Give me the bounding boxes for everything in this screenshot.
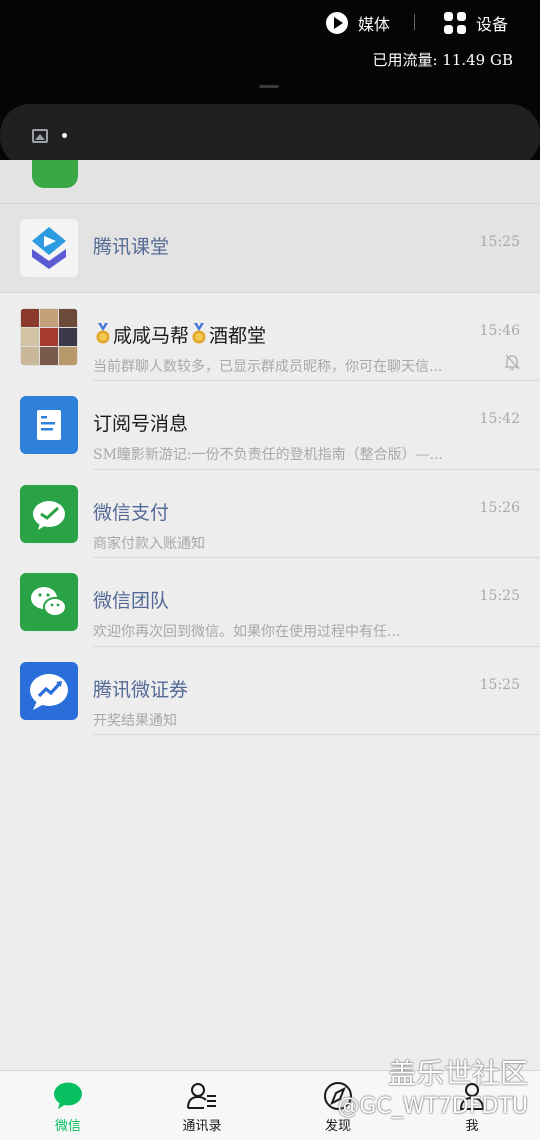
chat-title: 微信团队 <box>93 590 170 612</box>
chat-title: 订阅号消息 <box>93 413 189 435</box>
chat-time: 15:25 <box>479 588 520 604</box>
chat-row[interactable]: 微信支付 15:26 商家付款入账通知 <box>0 470 540 558</box>
watermark-handle: @GC_WT7DFDTU <box>337 1094 528 1119</box>
chat-title: 腾讯课堂 <box>93 236 170 258</box>
notification-dot <box>62 133 67 138</box>
watermark-text: 盖乐世社区 <box>387 1057 528 1090</box>
chat-title: 咸咸马帮 酒都堂 <box>93 321 266 348</box>
row-divider <box>93 734 540 735</box>
chat-preview: 开奖结果通知 <box>93 712 177 729</box>
play-icon <box>326 12 348 34</box>
device-button[interactable]: 设备 <box>444 10 508 36</box>
medal-icon <box>192 322 206 343</box>
medal-icon <box>96 322 110 343</box>
chat-title-suffix: 酒都堂 <box>209 324 267 347</box>
device-label: 设备 <box>476 15 509 34</box>
chat-row-partial[interactable] <box>0 160 540 204</box>
chat-preview: 当前群聊人数较多，已显示群成员昵称，你可在聊天信... <box>93 358 443 375</box>
group-avatar-icon <box>20 307 78 366</box>
chat-time: 15:26 <box>479 499 520 516</box>
chat-time: 15:25 <box>479 676 520 693</box>
tab-label: 微信 <box>54 1119 81 1134</box>
notification-card[interactable] <box>0 104 540 167</box>
tencent-securities-icon <box>20 661 78 720</box>
subscription-icon <box>20 396 78 454</box>
image-icon <box>32 128 48 143</box>
chat-bubble-icon <box>54 1082 82 1109</box>
chat-time: 15:42 <box>479 411 520 427</box>
chat-title: 微信支付 <box>93 501 170 524</box>
chat-title: 腾讯微证券 <box>93 678 189 701</box>
mute-bell-icon <box>504 354 520 370</box>
chat-time: 15:46 <box>479 322 520 339</box>
tencent-classroom-icon <box>20 219 78 277</box>
wechat-team-icon <box>20 573 78 631</box>
contacts-icon <box>187 1083 216 1109</box>
tab-chats[interactable]: 微信 <box>28 1071 108 1140</box>
chat-row[interactable]: 腾讯课堂 15:25 <box>0 204 540 293</box>
chat-preview: 商家付款入账通知 <box>93 535 205 552</box>
tab-contacts[interactable]: 通讯录 <box>162 1071 242 1140</box>
devices-grid-icon <box>444 12 466 34</box>
chat-row[interactable]: 腾讯微证券 15:25 开奖结果通知 <box>0 647 540 735</box>
chat-row[interactable]: 微信团队 15:25 欢迎你再次回到微信。如果你在使用过程中有任... <box>0 558 540 647</box>
chat-list: 腾讯课堂 15:25 咸咸马帮 酒都堂 15:46 当前群聊人数较多，已显示群成员… <box>0 160 540 735</box>
data-usage-text: 已用流量: 11.49 GB <box>372 51 513 69</box>
media-label: 媒体 <box>358 15 391 34</box>
chat-title-text: 咸咸马帮 <box>113 324 190 347</box>
wechat-pay-icon <box>20 484 78 543</box>
shade-drag-handle[interactable] <box>259 85 279 88</box>
chat-time: 15:25 <box>479 234 520 250</box>
chat-row[interactable]: 订阅号消息 15:42 SM瞳影新游记:一份不负责任的登机指南（整合版）—... <box>0 381 540 470</box>
shade-divider <box>414 14 415 30</box>
chat-preview: 欢迎你再次回到微信。如果你在使用过程中有任... <box>93 624 401 640</box>
chat-preview: SM瞳影新游记:一份不负责任的登机指南（整合版）—... <box>93 447 443 463</box>
tab-label: 通讯录 <box>182 1119 222 1134</box>
partial-avatar-icon <box>32 160 78 188</box>
media-button[interactable]: 媒体 <box>326 10 390 36</box>
chat-row[interactable]: 咸咸马帮 酒都堂 15:46 当前群聊人数较多，已显示群成员昵称，你可在聊天信..… <box>0 293 540 381</box>
